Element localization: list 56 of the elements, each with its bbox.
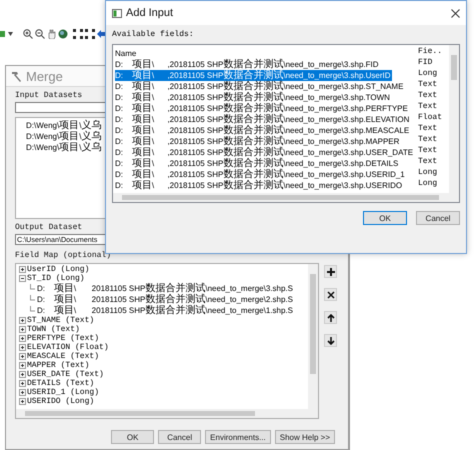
- tree-node[interactable]: D: 项目\ 20181105 SHP数据合并测试\need_to_merge\1.shp.S: [37, 305, 293, 316]
- table-cell: Long: [418, 179, 438, 188]
- list-item[interactable]: D: 项目\ ,20181105 SHP数据合并测试\need_to_merge\3.shp.USERIDO: [115, 180, 404, 190]
- dialog-button[interactable]: Environments...: [205, 430, 271, 444]
- tree-node[interactable]: ST_NAME (Text): [27, 316, 94, 325]
- dialog-button[interactable]: Show Help >>: [274, 430, 335, 444]
- tree-node[interactable]: MEASCALE (Text): [27, 352, 100, 361]
- tree-node[interactable]: ST_ID (Long): [27, 274, 85, 283]
- list-item[interactable]: D:\Weng\项目\义乌: [26, 120, 102, 131]
- table-cell: Text: [418, 157, 438, 166]
- list-item[interactable]: D: 项目\ ,20181105 SHP数据合并测试\need_to_merge\3.shp.USERID_1: [115, 168, 406, 180]
- tree-node[interactable]: USERID_1 (Long): [27, 388, 100, 397]
- column-header[interactable]: Fie..: [418, 47, 442, 56]
- window-title: Add Input: [126, 7, 174, 19]
- dialog-button[interactable]: OK: [111, 430, 154, 444]
- window-title: Merge: [26, 68, 63, 84]
- list-item[interactable]: D: 项目\ ,20181105 SHP数据合并测试\need_to_merge\3.shp.MEASCALE: [115, 124, 410, 136]
- list-item[interactable]: D: 项目\ ,20181105 SHP数据合并测试\need_to_merge\3.shp.MAPPER: [115, 136, 400, 146]
- dialog-button[interactable]: OK: [363, 211, 407, 225]
- dialog-button[interactable]: Cancel: [416, 211, 460, 225]
- list-item[interactable]: D: 项目\ ,20181105 SHP数据合并测试\need_to_merge\3.shp.ST_NAME: [115, 80, 404, 92]
- list-item[interactable]: D: 项目\ ,20181105 SHP数据合并测试\need_to_merge\3.shp.FID: [115, 58, 380, 70]
- list-item[interactable]: D: 项目\ ,20181105 SHP数据合并测试\need_to_merge\3.shp.UserID: [115, 70, 392, 80]
- list-item[interactable]: D:\Weng\项目\义乌: [26, 142, 102, 153]
- table-cell: Text: [418, 80, 438, 89]
- field-label: Input Datasets: [15, 91, 82, 100]
- tree-node[interactable]: D: 项目\ 20181105 SHP数据合并测试\need_to_merge\2.shp.S: [37, 294, 293, 305]
- list-item[interactable]: D: 项目\ ,20181105 SHP数据合并测试\need_to_merge\3.shp.PERFTYPE: [115, 102, 409, 114]
- table-cell: Float: [418, 113, 442, 122]
- table-cell: Text: [418, 135, 438, 144]
- list-item[interactable]: D: 项目\ ,20181105 SHP数据合并测试\need_to_merge\3.shp.DETAILS: [115, 158, 400, 168]
- tree-node[interactable]: D: 项目\ 20181105 SHP数据合并测试\need_to_merge\3.shp.S: [37, 283, 293, 294]
- table-cell: Text: [418, 146, 438, 155]
- tree-node[interactable]: UserID (Long): [27, 265, 90, 274]
- table-cell: Text: [418, 124, 438, 133]
- tree-node[interactable]: USERIDO (Long): [27, 397, 94, 406]
- table-cell: Text: [418, 102, 438, 111]
- list-item[interactable]: D: 项目\ ,20181105 SHP数据合并测试\need_to_merge\3.shp.TOWN: [115, 92, 391, 102]
- table-cell: FID: [418, 58, 432, 67]
- list-item[interactable]: D: 项目\ ,20181105 SHP数据合并测试\need_to_merge\3.shp.USER_DATE: [115, 146, 414, 158]
- list-item[interactable]: D: 项目\ ,20181105 SHP数据合并测试\need_to_merge\3.shp.ELEVATION: [115, 114, 410, 124]
- table-cell: Long: [418, 69, 438, 78]
- column-header[interactable]: Name: [115, 48, 138, 58]
- tree-node[interactable]: USER_DATE (Text): [27, 370, 104, 379]
- tree-node[interactable]: PERFTYPE (Text): [27, 334, 100, 343]
- tree-node[interactable]: TOWN (Text): [27, 325, 80, 334]
- list-item[interactable]: D:\Weng\项目\义乌: [26, 131, 102, 142]
- field-label: Output Dataset: [15, 223, 82, 232]
- field-label: Available fields:: [112, 30, 195, 40]
- table-cell: Long: [418, 168, 438, 177]
- table-cell: Text: [418, 91, 438, 100]
- field-label: Field Map (optional): [15, 251, 112, 260]
- dialog-button[interactable]: Cancel: [158, 430, 202, 444]
- tree-node[interactable]: ELEVATION (Float): [27, 343, 109, 352]
- tree-node[interactable]: DETAILS (Text): [27, 379, 94, 388]
- tree-node[interactable]: MAPPER (Text): [27, 361, 90, 370]
